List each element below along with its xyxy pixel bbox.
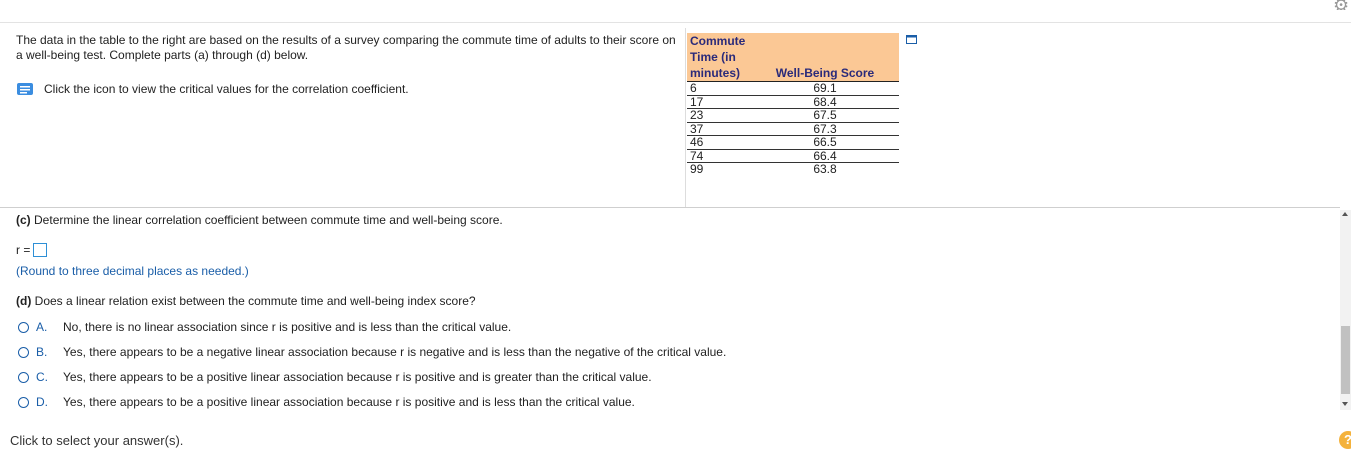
option-text: Yes, there appears to be a positive line…: [63, 395, 635, 409]
data-table: Commute Time (in minutes) Well-Being Sco…: [687, 33, 899, 176]
header-commute-time: Commute Time (in minutes): [687, 33, 751, 82]
r-input[interactable]: [33, 243, 48, 257]
option-text: No, there is no linear association since…: [63, 320, 512, 334]
rounding-note: (Round to three decimal places as needed…: [16, 264, 249, 278]
radio-button[interactable]: [18, 321, 29, 333]
option-c[interactable]: C. Yes, there appears to be a positive l…: [18, 370, 652, 384]
table-row: 37 67.3: [687, 121, 899, 136]
part-d-text: Does a linear relation exist between the…: [34, 294, 476, 308]
critical-values-hint: Click the icon to view the critical valu…: [16, 82, 409, 96]
hint-text: Click the icon to view the critical valu…: [44, 82, 409, 96]
part-c-label: (c): [16, 213, 31, 227]
option-b[interactable]: B. Yes, there appears to be a negative l…: [18, 345, 726, 359]
header-well-being: Well-Being Score: [751, 33, 899, 82]
table-row: 99 63.8: [687, 162, 899, 176]
book-icon[interactable]: [16, 82, 36, 96]
radio-button[interactable]: [18, 396, 29, 408]
table-row: 17 68.4: [687, 94, 899, 109]
commute-time-cell: 17: [687, 94, 751, 109]
well-being-cell: 63.8: [751, 162, 899, 176]
scroll-down-icon[interactable]: [1342, 402, 1348, 406]
table-row: 6 69.1: [687, 81, 899, 95]
r-label: r =: [16, 243, 31, 257]
well-being-cell: 67.3: [751, 121, 899, 136]
top-divider: [0, 22, 1351, 23]
commute-time-cell: 74: [687, 148, 751, 163]
option-letter: D.: [36, 395, 48, 409]
commute-time-cell: 46: [687, 135, 751, 149]
commute-time-cell: 37: [687, 121, 751, 136]
vertical-divider: [685, 28, 686, 208]
well-being-cell: 68.4: [751, 94, 899, 109]
r-answer-row: r =: [16, 243, 48, 257]
section-divider: [0, 207, 1340, 208]
gear-icon[interactable]: ⚙: [1333, 0, 1351, 10]
option-text: Yes, there appears to be a negative line…: [63, 345, 727, 359]
option-d[interactable]: D. Yes, there appears to be a positive l…: [18, 395, 635, 409]
radio-button[interactable]: [18, 371, 29, 383]
table-row: 46 66.5: [687, 135, 899, 149]
well-being-cell: 69.1: [751, 81, 899, 95]
commute-time-cell: 6: [687, 81, 751, 95]
radio-button[interactable]: [18, 346, 29, 358]
copy-icon[interactable]: [906, 35, 918, 45]
option-letter: B.: [36, 345, 48, 359]
part-d-label: (d): [16, 294, 32, 308]
option-letter: A.: [36, 320, 48, 334]
part-c-text: Determine the linear correlation coeffic…: [34, 213, 503, 227]
commute-time-cell: 99: [687, 162, 751, 176]
well-being-cell: 67.5: [751, 108, 899, 122]
commute-time-cell: 23: [687, 108, 751, 122]
well-being-cell: 66.5: [751, 135, 899, 149]
option-text: Yes, there appears to be a positive line…: [63, 370, 652, 384]
intro-text: The data in the table to the right are b…: [16, 33, 676, 62]
part-d-question: (d) Does a linear relation exist between…: [16, 294, 476, 308]
scrollbar-thumb[interactable]: [1341, 326, 1350, 394]
footer-instruction: Click to select your answer(s).: [10, 433, 184, 448]
option-a[interactable]: A. No, there is no linear association si…: [18, 320, 511, 334]
table-row: 74 66.4: [687, 148, 899, 163]
scroll-up-icon[interactable]: [1342, 212, 1348, 216]
part-c-question: (c) Determine the linear correlation coe…: [16, 213, 503, 227]
table-row: 23 67.5: [687, 108, 899, 122]
help-icon[interactable]: ?: [1339, 431, 1351, 449]
option-letter: C.: [36, 370, 48, 384]
well-being-cell: 66.4: [751, 148, 899, 163]
